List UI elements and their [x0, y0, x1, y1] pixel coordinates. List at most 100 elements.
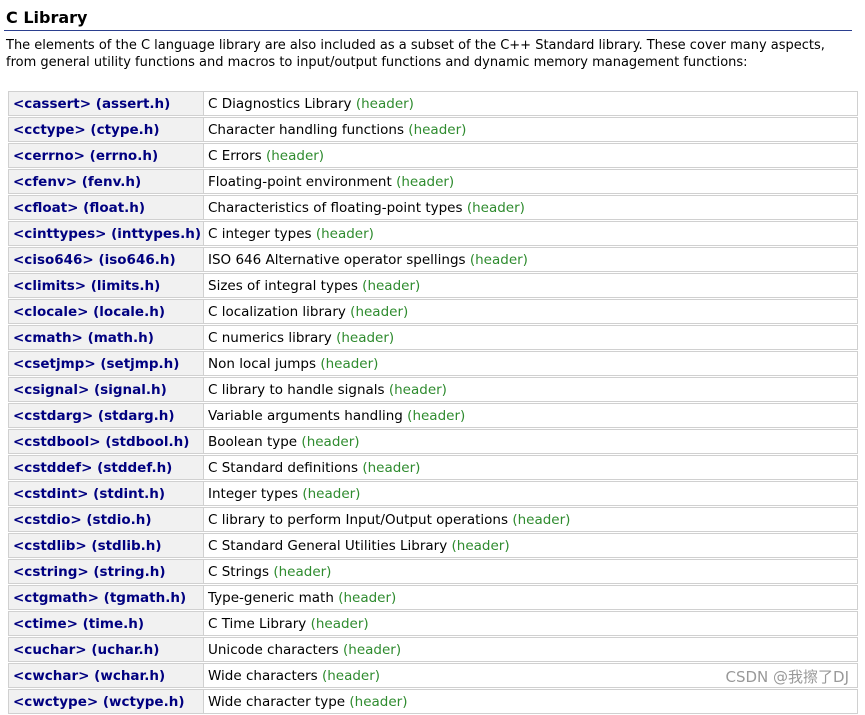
header-description: C Diagnostics Library [208, 95, 352, 112]
header-description-cell: Character handling functions (header) [204, 117, 858, 142]
header-description-cell: C library to perform Input/Output operat… [204, 507, 858, 532]
header-tag: (header) [466, 199, 525, 216]
header-description: C Standard definitions [208, 459, 359, 476]
header-tag: (header) [265, 147, 325, 164]
header-tag: (header) [355, 95, 414, 112]
header-name-link[interactable]: <cuchar> (uchar.h) [8, 637, 204, 662]
header-tag: (header) [362, 459, 421, 476]
header-name-link[interactable]: <cerrno> (errno.h) [8, 143, 204, 168]
header-description: Wide characters [208, 667, 318, 684]
table-row: <climits> (limits.h) Sizes of integral ty… [8, 273, 858, 298]
header-description: Character handling functions [208, 121, 404, 138]
header-tag: (header) [349, 693, 408, 710]
library-table-body: <cassert> (assert.h) C Diagnostics Librar… [8, 91, 858, 714]
table-row: <ciso646> (iso646.h) ISO 646 Alternative … [8, 247, 858, 272]
watermark: CSDN @我擦了DJ [725, 668, 849, 686]
header-tag: (header) [301, 433, 360, 450]
table-row: <cmath> (math.h) C numerics library (head… [8, 325, 858, 350]
header-description: C Time Library [208, 615, 307, 632]
header-description: Sizes of integral types [208, 277, 358, 294]
header-name-link[interactable]: <ctgmath> (tgmath.h) [8, 585, 204, 610]
header-name-link[interactable]: <cstdarg> (stdarg.h) [8, 403, 204, 428]
header-description-cell: C Time Library (header) [204, 611, 858, 636]
header-tag: (header) [338, 589, 397, 606]
header-name-link[interactable]: <cwctype> (wctype.h) [8, 689, 204, 714]
header-tag: (header) [408, 121, 467, 138]
header-description: Unicode characters [208, 641, 339, 658]
header-description: Characteristics of floating-point types [208, 199, 463, 216]
header-tag: (header) [310, 615, 369, 632]
header-name-link[interactable]: <cstring> (string.h) [8, 559, 204, 584]
table-row: <cstdlib> (stdlib.h) C Standard General U… [8, 533, 858, 558]
table-row: <cwctype> (wctype.h) Wide character type … [8, 689, 858, 714]
table-row: <cassert> (assert.h) C Diagnostics Librar… [8, 91, 858, 116]
header-tag: (header) [336, 329, 395, 346]
table-row: <csetjmp> (setjmp.h) Non local jumps (hea… [8, 351, 858, 376]
header-tag: (header) [350, 303, 409, 320]
table-row: <ctime> (time.h) C Time Library (header) [8, 611, 858, 636]
header-description-cell: C numerics library (header) [204, 325, 858, 350]
header-description: ISO 646 Alternative operator spellings [208, 251, 466, 268]
header-tag: (header) [451, 537, 510, 554]
header-tag: (header) [273, 563, 332, 580]
header-description: C localization library [208, 303, 346, 320]
header-tag: (header) [512, 511, 571, 528]
header-name-link[interactable]: <cstdio> (stdio.h) [8, 507, 204, 532]
table-row: <cstdio> (stdio.h) C library to perform I… [8, 507, 858, 532]
header-name-link[interactable]: <cmath> (math.h) [8, 325, 204, 350]
table-row: <cinttypes> (inttypes.h) C integer types … [8, 221, 858, 246]
header-name-link[interactable]: <cstdbool> (stdbool.h) [8, 429, 204, 454]
header-tag: (header) [362, 277, 421, 294]
header-description: Variable arguments handling [208, 407, 403, 424]
page-title: C Library [6, 8, 88, 27]
header-tag: (header) [407, 407, 466, 424]
header-description: C library to perform Input/Output operat… [208, 511, 509, 528]
title-divider [4, 30, 852, 31]
table-row: <clocale> (locale.h) C localization libra… [8, 299, 858, 324]
table-row: <cfenv> (fenv.h) Floating-point environme… [8, 169, 858, 194]
header-name-link[interactable]: <ciso646> (iso646.h) [8, 247, 204, 272]
header-description-cell: C integer types (header) [204, 221, 858, 246]
header-description-cell: C Diagnostics Library (header) [204, 91, 858, 116]
header-name-link[interactable]: <cstdint> (stdint.h) [8, 481, 204, 506]
header-name-link[interactable]: <clocale> (locale.h) [8, 299, 204, 324]
header-name-link[interactable]: <cinttypes> (inttypes.h) [8, 221, 204, 246]
header-description: Integer types [208, 485, 299, 502]
header-description: C numerics library [208, 329, 332, 346]
header-description: Wide character type [208, 693, 346, 710]
table-row: <csignal> (signal.h) C library to handle … [8, 377, 858, 402]
header-name-link[interactable]: <cfenv> (fenv.h) [8, 169, 204, 194]
header-name-link[interactable]: <cstdlib> (stdlib.h) [8, 533, 204, 558]
header-description: C Standard General Utilities Library [208, 537, 448, 554]
header-description-cell: Wide character type (header) [204, 689, 858, 714]
header-description-cell: Characteristics of floating-point types … [204, 195, 858, 220]
header-tag: (header) [396, 173, 455, 190]
header-description-cell: Integer types (header) [204, 481, 858, 506]
header-name-link[interactable]: <ctime> (time.h) [8, 611, 204, 636]
intro-paragraph: The elements of the C language library a… [6, 38, 825, 70]
header-tag: (header) [320, 355, 379, 372]
header-name-link[interactable]: <cctype> (ctype.h) [8, 117, 204, 142]
header-description-cell: Variable arguments handling (header) [204, 403, 858, 428]
header-description: C library to handle signals [208, 381, 385, 398]
table-row: <cerrno> (errno.h) C Errors (header) [8, 143, 858, 168]
header-name-link[interactable]: <climits> (limits.h) [8, 273, 204, 298]
header-name-link[interactable]: <csignal> (signal.h) [8, 377, 204, 402]
header-name-link[interactable]: <cassert> (assert.h) [8, 91, 204, 116]
header-description-cell: Unicode characters (header) [204, 637, 858, 662]
header-name-link[interactable]: <cwchar> (wchar.h) [8, 663, 204, 688]
table-row: <cstdbool> (stdbool.h) Boolean type (head… [8, 429, 858, 454]
header-tag: (header) [315, 225, 374, 242]
table-row: <cstddef> (stddef.h) C Standard definitio… [8, 455, 858, 480]
table-row: <cstring> (string.h) C Strings (header) [8, 559, 858, 584]
header-description-cell: C Standard definitions (header) [204, 455, 858, 480]
header-description-cell: C localization library (header) [204, 299, 858, 324]
header-description-cell: Floating-point environment (header) [204, 169, 858, 194]
header-name-link[interactable]: <cstddef> (stddef.h) [8, 455, 204, 480]
header-name-link[interactable]: <csetjmp> (setjmp.h) [8, 351, 204, 376]
header-description-cell: C library to handle signals (header) [204, 377, 858, 402]
header-description-cell: Sizes of integral types (header) [204, 273, 858, 298]
table-row: <cstdarg> (stdarg.h) Variable arguments h… [8, 403, 858, 428]
header-description-cell: Non local jumps (header) [204, 351, 858, 376]
header-name-link[interactable]: <cfloat> (float.h) [8, 195, 204, 220]
